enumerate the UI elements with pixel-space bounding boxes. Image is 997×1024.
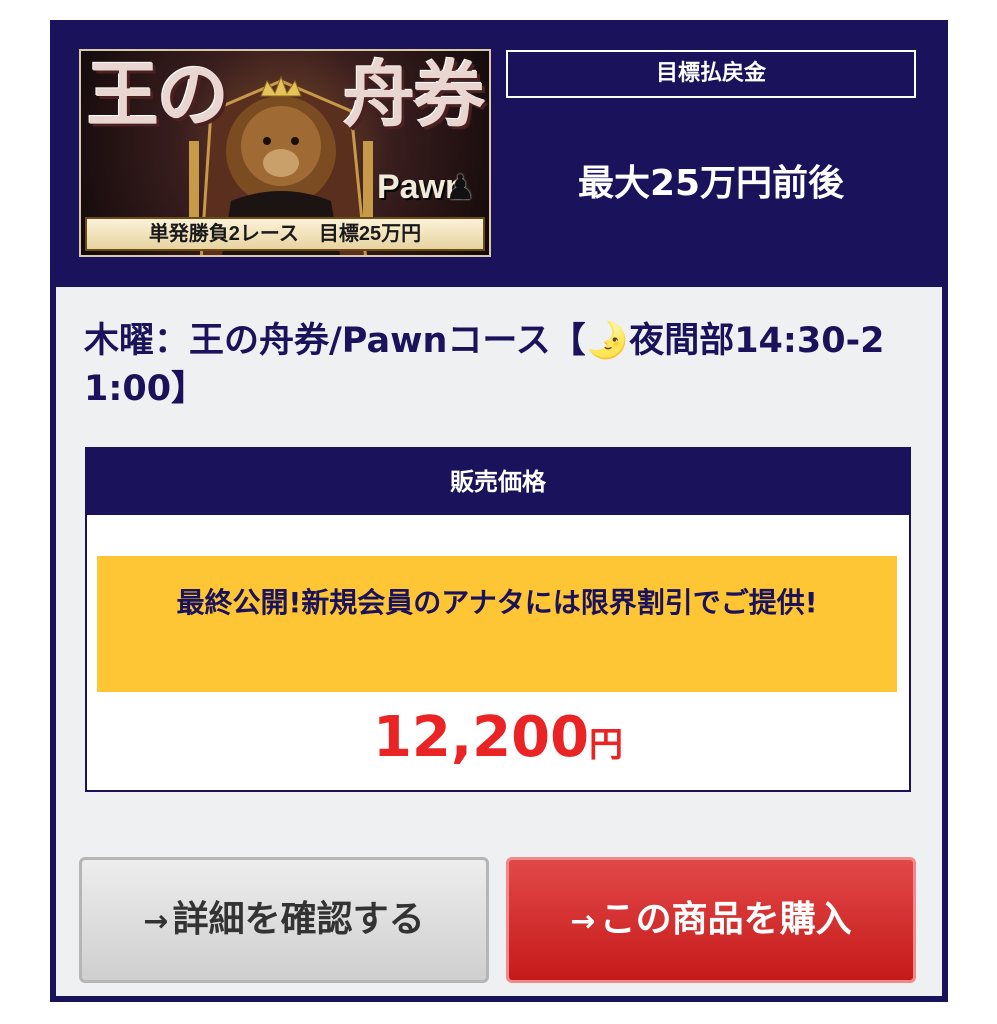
view-details-label: 詳細を確認する [172, 899, 425, 940]
price-box: 販売価格 最終公開!新規会員のアナタには限界割引でご提供! 12,200円 [85, 447, 911, 792]
banner-subtitle-strip: 単発勝負2レース 目標25万円 [85, 217, 485, 251]
product-card: 王の 舟券 Pawn ♟ 単発勝負2レース 目標25万円 目標払戻金 最大25万… [50, 20, 948, 1002]
price-box-heading: 販売価格 [87, 449, 909, 515]
target-payout-value: 最大25万円前後 [577, 163, 845, 204]
arrow-right-icon: → [143, 904, 169, 939]
target-payout-label: 目標払戻金 [506, 50, 916, 98]
price-amount: 12,200 [372, 705, 590, 770]
banner-title-right: 舟券 [343, 52, 485, 137]
arrow-right-icon: → [570, 904, 596, 939]
course-title: 木曜：王の舟券/Pawnコース【🌛夜間部14:30-21:00】 [84, 321, 885, 409]
chess-pawn-icon: ♟ [445, 168, 476, 208]
promo-banner: 最終公開!新規会員のアナタには限界割引でご提供! [97, 556, 897, 692]
buy-product-button[interactable]: → この商品を購入 [506, 857, 916, 983]
price-unit: 円 [589, 725, 624, 765]
card-body: 木曜：王の舟券/Pawnコース【🌛夜間部14:30-21:00】 販売価格 最終… [56, 287, 942, 996]
product-banner-image[interactable]: 王の 舟券 Pawn ♟ 単発勝負2レース 目標25万円 [79, 49, 491, 257]
banner-title-left: 王の [87, 52, 229, 137]
buy-product-label: この商品を購入 [599, 899, 852, 940]
view-details-button[interactable]: → 詳細を確認する [79, 857, 489, 983]
card-header: 王の 舟券 Pawn ♟ 単発勝負2レース 目標25万円 目標払戻金 最大25万… [50, 20, 948, 287]
price-display: 12,200円 [87, 705, 909, 770]
